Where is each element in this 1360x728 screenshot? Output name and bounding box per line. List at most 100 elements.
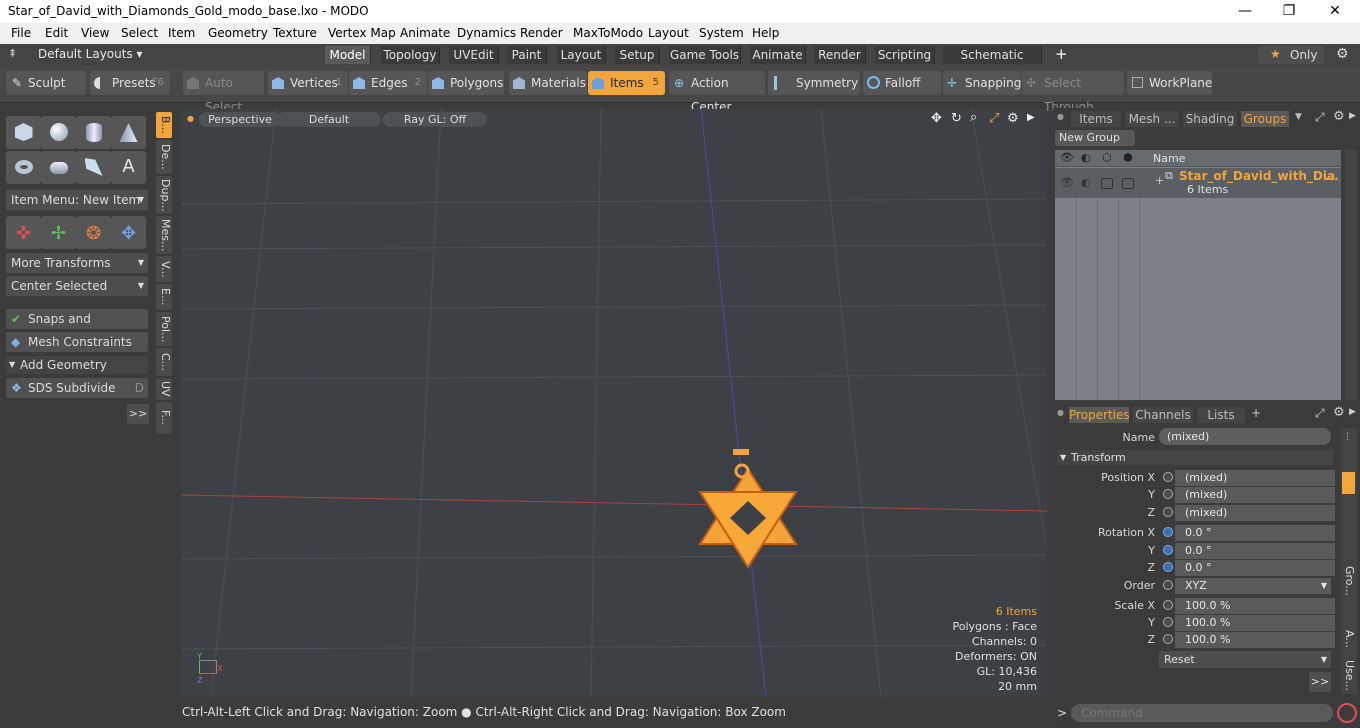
rotation-z-anim-toggle[interactable] (1163, 562, 1173, 572)
cone-primitive-button[interactable] (111, 116, 146, 149)
rotate-view-icon[interactable]: ↻ (951, 111, 962, 126)
vertices-button[interactable]: Vertices 1 (268, 71, 348, 95)
panel-arrow-icon[interactable]: ▶ (1349, 111, 1356, 121)
add-tab-button[interactable]: + (1251, 406, 1261, 420)
action-center-button[interactable]: ⊕ Action Center (669, 71, 765, 114)
shading-style-dropdown[interactable]: Default (277, 112, 381, 127)
tab-game-tools[interactable]: Game Tools (669, 46, 741, 64)
menu-view[interactable]: View (81, 26, 109, 40)
capsule-primitive-button[interactable] (41, 151, 76, 184)
tab-topology[interactable]: Topology (381, 46, 440, 64)
expand-more-button[interactable]: >> (1309, 672, 1331, 692)
select-through-button[interactable]: ✣ Select Through (1022, 71, 1124, 114)
expand-more-button[interactable]: >> (127, 404, 149, 424)
groups-scrollbar[interactable] (1345, 150, 1357, 400)
mesh-constraints-button[interactable]: ◆ Mesh Constraints (6, 332, 148, 352)
tab-model[interactable]: Model (325, 46, 371, 64)
only-toggle[interactable]: ★ Only (1258, 46, 1324, 64)
panel-menu-dot[interactable]: ● (1057, 112, 1064, 121)
position-y-anim-toggle[interactable] (1163, 489, 1173, 499)
position-z-field[interactable]: (mixed) (1175, 505, 1335, 521)
side-tab-active[interactable] (1342, 472, 1355, 494)
tab-setup[interactable]: Setup (615, 46, 660, 64)
visibility-eye-icon[interactable]: 👁 (1060, 176, 1074, 189)
position-x-field[interactable]: (mixed) (1175, 470, 1335, 486)
item-menu-dropdown[interactable]: Item Menu: New Item ▼ (6, 190, 148, 210)
materials-button[interactable]: Materials (509, 71, 587, 95)
tab-groups[interactable]: Groups (1241, 111, 1289, 127)
menu-item[interactable]: Item (168, 26, 195, 40)
side-dots-icon[interactable]: ⋮ (1343, 432, 1352, 442)
default-layouts-dropdown[interactable]: Default Layouts ▾ (38, 47, 143, 61)
menu-render[interactable]: Render (520, 26, 563, 40)
menu-geometry[interactable]: Geometry (208, 26, 268, 40)
menu-system[interactable]: System (699, 26, 744, 40)
tab-animate[interactable]: Animate (750, 46, 806, 64)
tab-layout[interactable]: Layout (557, 46, 606, 64)
tab-shading[interactable]: Shading (1183, 111, 1237, 127)
viewport-menu-dot[interactable]: ● (187, 114, 194, 123)
menu-file[interactable]: File (11, 26, 31, 40)
vtab-uv[interactable]: UV (156, 378, 172, 400)
vtab-edge[interactable]: E... (156, 284, 172, 310)
maximize-panel-icon[interactable]: ⤢ (1315, 406, 1325, 421)
menu-layout[interactable]: Layout (648, 26, 689, 40)
scale-y-field[interactable]: 100.0 % (1175, 615, 1335, 631)
panel-menu-dot[interactable]: ● (1057, 408, 1064, 417)
vtab-basic[interactable]: B... (156, 112, 172, 138)
minimize-button[interactable]: — (1222, 0, 1268, 23)
group-row[interactable]: 👁 ◐ + ⧉ Star_of_David_with_Dia ... 6 Ite… (1055, 168, 1341, 198)
maximize-button[interactable]: ❐ (1266, 0, 1312, 23)
tab-dropdown-icon[interactable]: ▼ (1295, 112, 1302, 122)
snaps-precision-button[interactable]: ✔ Snaps and Precision (6, 309, 148, 346)
name-field[interactable]: (mixed) (1159, 428, 1331, 445)
auto-select-button[interactable]: Auto Select (183, 71, 264, 114)
vtab-mesh-edit[interactable]: Mes... (156, 216, 172, 254)
add-geometry-section[interactable]: ▼ Add Geometry (6, 356, 148, 374)
position-x-anim-toggle[interactable] (1163, 472, 1173, 482)
vtab-polygon[interactable]: Pol... (156, 312, 172, 346)
menu-animate[interactable]: Animate (400, 26, 450, 40)
record-icon[interactable] (1337, 703, 1357, 723)
close-button[interactable]: ✕ (1312, 0, 1358, 23)
items-button[interactable]: Items 5 (588, 71, 665, 95)
menu-vertex-map[interactable]: Vertex Map (328, 26, 396, 40)
tab-schematic-fusion[interactable]: Schematic Fusion (943, 46, 1042, 80)
panel-gear-icon[interactable]: ⚙ (1333, 109, 1345, 124)
scale-y-anim-toggle[interactable] (1163, 617, 1173, 627)
transform-section[interactable]: ▼ Transform (1057, 450, 1333, 465)
maximize-panel-icon[interactable]: ⤢ (1315, 110, 1325, 125)
menu-help[interactable]: Help (752, 26, 779, 40)
tab-items[interactable]: Items (1071, 111, 1121, 127)
symmetry-button[interactable]: Symmetry (768, 71, 860, 95)
order-dropdown[interactable]: XYZ ▼ (1175, 578, 1331, 594)
sculpt-button[interactable]: ✎ Sculpt (6, 71, 86, 95)
scale-tool-button[interactable]: ❂ (76, 216, 111, 249)
tab-paint[interactable]: Paint (507, 46, 547, 64)
tab-scripting[interactable]: Scripting (875, 46, 935, 64)
edges-button[interactable]: Edges 2 (349, 71, 427, 95)
menu-texture[interactable]: Texture (273, 26, 317, 40)
new-group-button[interactable]: New Group (1055, 130, 1135, 146)
viewport-settings-icon[interactable]: ⚙ (1007, 111, 1019, 126)
cylinder-primitive-button[interactable] (76, 116, 111, 149)
fit-view-icon[interactable]: ⤢ (989, 111, 999, 126)
render-toggle-icon[interactable]: ◐ (1081, 176, 1091, 189)
position-y-field[interactable]: (mixed) (1175, 487, 1335, 503)
reset-dropdown[interactable]: Reset ▼ (1159, 651, 1331, 668)
workplane-button[interactable]: WorkPlane (1127, 71, 1212, 95)
vtab-duplicate[interactable]: Dup... (156, 176, 172, 214)
vtab-vertex[interactable]: V... (156, 256, 172, 282)
rotation-y-anim-toggle[interactable] (1163, 545, 1173, 555)
sds-subdivide-button[interactable]: ❖ SDS Subdivide D (6, 378, 148, 398)
tab-uvedit[interactable]: UVEdit (449, 46, 499, 64)
panel-arrow-icon[interactable]: ▶ (1349, 407, 1356, 417)
tab-render[interactable]: Render (814, 46, 866, 64)
order-anim-toggle[interactable] (1163, 580, 1173, 590)
rotation-z-field[interactable]: 0.0 ° (1175, 560, 1335, 576)
rotation-x-field[interactable]: 0.0 ° (1175, 525, 1335, 541)
menu-maxtomodo[interactable]: MaxToModo (573, 26, 643, 40)
lock-checkbox[interactable] (1101, 178, 1113, 189)
scale-x-field[interactable]: 100.0 % (1175, 598, 1335, 614)
scale-x-anim-toggle[interactable] (1163, 600, 1173, 610)
